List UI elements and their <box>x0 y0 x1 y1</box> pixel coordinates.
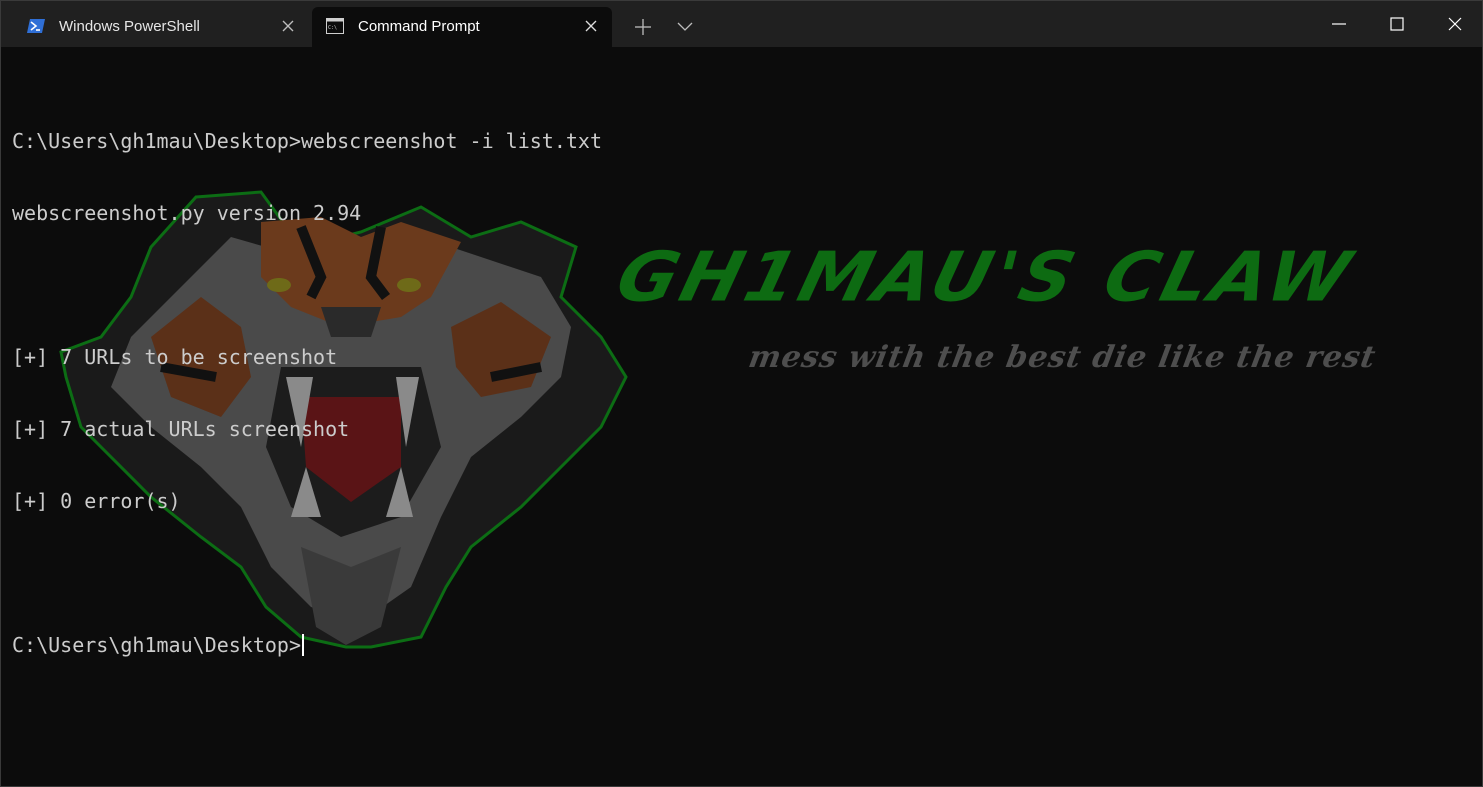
terminal-pane[interactable]: GH1MAU'S CLAW mess with the best die lik… <box>1 47 1482 786</box>
brand-slogan: mess with the best die like the rest <box>745 340 1379 375</box>
tab-label: Command Prompt <box>358 18 480 35</box>
new-tab-button[interactable] <box>627 11 659 43</box>
terminal-line: [+] 7 URLs to be screenshot <box>12 345 338 369</box>
prompt-line[interactable]: C:\Users\gh1mau\Desktop> <box>12 633 602 657</box>
terminal-line: webscreenshot.py version 2.94 <box>12 201 362 225</box>
terminal-line: [+] 7 actual URLs screenshot <box>12 417 350 441</box>
text-cursor <box>301 634 304 656</box>
minimize-button[interactable] <box>1310 1 1368 47</box>
profiles-dropdown-button[interactable] <box>669 11 701 43</box>
tab-command-prompt[interactable]: C:\ Command Prompt <box>312 7 612 47</box>
tab-label: Windows PowerShell <box>59 18 200 35</box>
maximize-button[interactable] <box>1368 1 1426 47</box>
terminal-line: C:\Users\gh1mau\Desktop>webscreenshot -i… <box>12 129 603 153</box>
close-tab-icon[interactable] <box>279 17 297 35</box>
cmd-icon: C:\ <box>326 18 344 34</box>
tab-bar: Windows PowerShell C:\ Command Prompt <box>1 1 1482 47</box>
terminal-window: Windows PowerShell C:\ Command Prompt GH… <box>0 0 1483 787</box>
close-tab-icon[interactable] <box>582 17 600 35</box>
brand-title: GH1MAU'S CLAW <box>609 237 1362 317</box>
tab-windows-powershell[interactable]: Windows PowerShell <box>13 7 309 47</box>
maximize-icon <box>1390 17 1404 31</box>
close-window-button[interactable] <box>1426 1 1483 47</box>
chevron-down-icon <box>677 22 693 31</box>
svg-text:C:\: C:\ <box>328 25 337 31</box>
powershell-icon <box>27 18 45 34</box>
prompt-text: C:\Users\gh1mau\Desktop> <box>12 633 301 657</box>
close-icon <box>1448 17 1462 31</box>
terminal-output: C:\Users\gh1mau\Desktop>webscreenshot -i… <box>12 81 602 705</box>
minimize-icon <box>1332 23 1346 25</box>
terminal-line: [+] 0 error(s) <box>12 489 181 513</box>
plus-icon <box>635 19 651 35</box>
